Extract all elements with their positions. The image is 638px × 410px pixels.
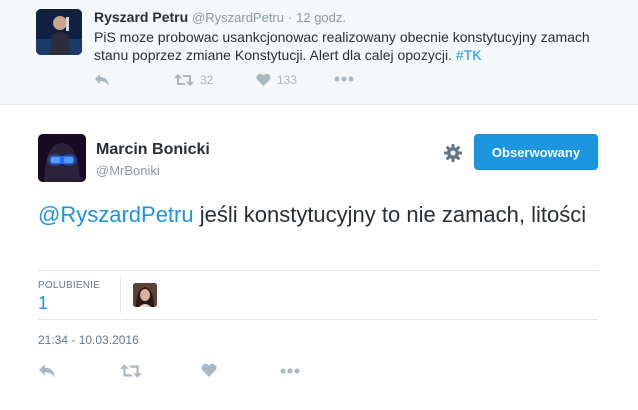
author-avatar[interactable] bbox=[38, 134, 86, 182]
parent-retweet-count: 32 bbox=[200, 73, 214, 87]
parent-like-count: 133 bbox=[277, 73, 298, 87]
reply-button[interactable] bbox=[38, 363, 56, 379]
parent-like-button[interactable]: 133 bbox=[256, 73, 297, 87]
tweet-body: jeśli konstytucyjny to nie zamach, litoś… bbox=[193, 202, 587, 227]
retweet-icon bbox=[120, 363, 142, 379]
stats-divider bbox=[120, 277, 121, 313]
more-icon bbox=[280, 368, 300, 374]
parent-retweet-button[interactable]: 32 bbox=[174, 73, 213, 87]
tweet-timestamp[interactable]: 21:34 - 10.03.2016 bbox=[38, 333, 139, 347]
parent-action-bar: 32 133 bbox=[94, 73, 394, 93]
following-button[interactable]: Obserwowany bbox=[474, 134, 598, 170]
author-name[interactable]: Marcin Bonicki bbox=[96, 141, 210, 159]
more-icon bbox=[334, 76, 354, 82]
parent-more-button[interactable] bbox=[334, 76, 354, 82]
heart-icon bbox=[201, 363, 217, 378]
author-handle[interactable]: @MrBoniki bbox=[96, 163, 160, 178]
parent-author-avatar[interactable] bbox=[36, 9, 82, 55]
parent-time[interactable]: 12 godz. bbox=[296, 10, 346, 25]
parent-reply-button[interactable] bbox=[94, 73, 110, 87]
tweet-stats: POLUBIENIE 1 bbox=[38, 270, 598, 320]
parent-separator: · bbox=[287, 10, 293, 25]
parent-author-name[interactable]: Ryszard Petru bbox=[94, 9, 188, 25]
likes-label: POLUBIENIE bbox=[38, 280, 101, 291]
parent-tweet-body: PiS moze probowac usankcjonowac realizow… bbox=[94, 29, 590, 63]
tweet-action-bar bbox=[38, 363, 338, 385]
gear-icon[interactable] bbox=[443, 143, 463, 163]
reply-icon bbox=[38, 363, 56, 379]
reply-icon bbox=[94, 73, 110, 87]
tweet-text: @RyszardPetru jeśli konstytucyjny to nie… bbox=[38, 200, 598, 230]
hashtag-link[interactable]: #TK bbox=[456, 47, 482, 63]
parent-tweet-text: PiS moze probowac usankcjonowac realizow… bbox=[94, 28, 614, 64]
likes-count[interactable]: 1 bbox=[38, 293, 48, 314]
parent-author-handle[interactable]: @RyszardPetru bbox=[192, 10, 284, 25]
mention-link[interactable]: @RyszardPetru bbox=[38, 202, 194, 227]
more-button[interactable] bbox=[280, 368, 300, 374]
retweet-icon bbox=[174, 73, 194, 87]
heart-icon bbox=[256, 73, 271, 87]
like-button[interactable] bbox=[201, 363, 217, 378]
liker-avatar[interactable] bbox=[133, 283, 157, 307]
retweet-button[interactable] bbox=[120, 363, 142, 379]
parent-tweet[interactable]: Ryszard Petru @RyszardPetru · 12 godz. P… bbox=[0, 0, 638, 105]
